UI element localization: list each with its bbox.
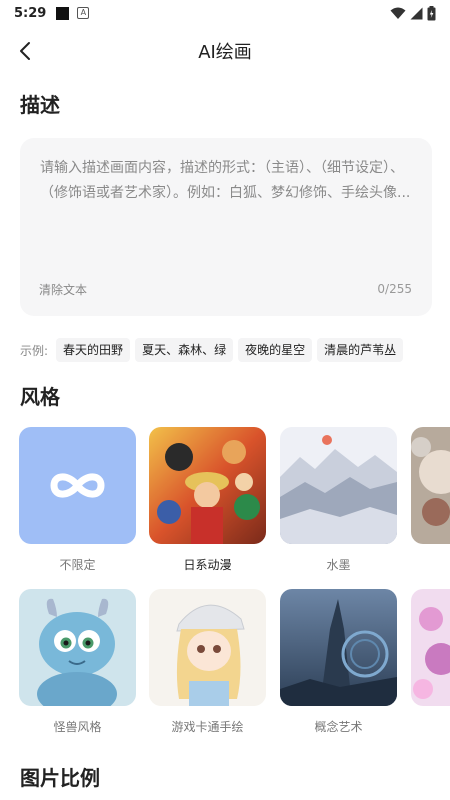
style-label: 不限定: [59, 558, 96, 572]
char-count: 0/255: [377, 282, 412, 296]
status-bar: 5:29 A: [0, 0, 450, 26]
example-chip[interactable]: 夜晚的星空: [238, 338, 313, 362]
style-thumbnail: [280, 589, 397, 706]
style-label: 水墨: [326, 558, 351, 572]
page-title: AI绘画: [198, 42, 252, 63]
style-option-unlimited[interactable]: 不限定: [19, 427, 136, 573]
style-option-anime[interactable]: 日系动漫: [149, 427, 266, 573]
examples-row: 示例: 春天的田野 夏天、森林、绿 夜晚的星空 清晨的芦苇丛: [20, 338, 450, 362]
clear-text-button[interactable]: 清除文本: [39, 281, 87, 298]
style-option-concept-art[interactable]: 概念艺术: [280, 589, 397, 735]
example-chip[interactable]: 夏天、森林、绿: [135, 338, 234, 362]
examples-label: 示例:: [20, 343, 49, 358]
back-button[interactable]: [10, 36, 40, 66]
style-label: 游戏卡通手绘: [171, 720, 244, 734]
status-icons: [390, 5, 436, 21]
style-option-partial[interactable]: [411, 589, 450, 718]
style-option-partial[interactable]: [411, 427, 450, 556]
example-chip[interactable]: 春天的田野: [56, 338, 131, 362]
style-thumbnail: [149, 427, 266, 544]
style-thumbnail: [149, 589, 266, 706]
style-thumbnail: [19, 589, 136, 706]
style-label: 怪兽风格: [53, 720, 102, 734]
aspect-ratio-section-title: 图片比例: [20, 766, 100, 790]
nav-bar: AI绘画: [0, 26, 450, 76]
style-option-game-cartoon[interactable]: 游戏卡通手绘: [149, 589, 266, 735]
description-placeholder: 请输入描述画面内容，描述的形式：（主语）、（细节设定）、（修饰语或者艺术家）。例…: [40, 160, 411, 201]
notification-icon: [56, 6, 70, 20]
wifi-icon: [390, 7, 406, 19]
style-label: 概念艺术: [314, 720, 363, 734]
description-section-title: 描述: [20, 93, 60, 117]
style-thumbnail: [19, 427, 136, 544]
style-thumbnail: [411, 427, 450, 544]
style-thumbnail: [280, 427, 397, 544]
description-input[interactable]: 请输入描述画面内容，描述的形式：（主语）、（细节设定）、（修饰语或者艺术家）。例…: [20, 138, 432, 316]
status-time: 5:29: [14, 5, 47, 21]
style-section-title: 风格: [20, 385, 60, 409]
style-label: 日系动漫: [183, 558, 232, 572]
battery-icon: [427, 5, 436, 20]
style-thumbnail: [411, 589, 450, 706]
app-notification-icon: A: [77, 7, 90, 19]
example-chip[interactable]: 清晨的芦苇丛: [317, 338, 404, 362]
style-option-ink[interactable]: 水墨: [280, 427, 397, 573]
style-option-monster[interactable]: 怪兽风格: [19, 589, 136, 735]
signal-icon: [410, 7, 423, 19]
chevron-left-icon: [20, 42, 30, 60]
